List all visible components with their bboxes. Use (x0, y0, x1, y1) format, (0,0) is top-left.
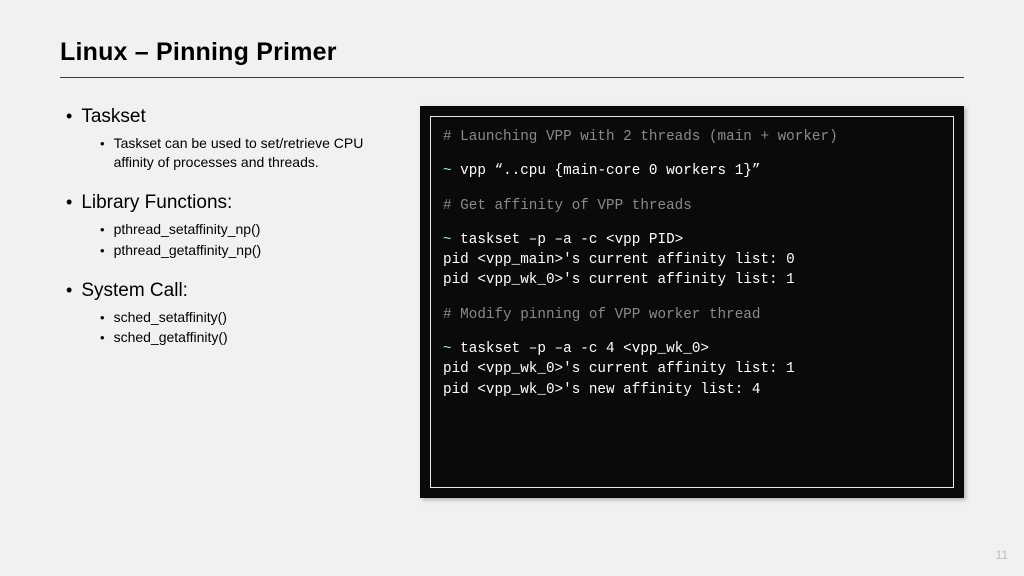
terminal-command: vpp “..cpu {main-core 0 workers 1}” (460, 163, 760, 179)
terminal-output: pid <vpp_wk_0>'s current affinity list: … (443, 272, 795, 288)
content-row: • Taskset • Taskset can be used to set/r… (60, 106, 964, 498)
sub-list: • pthread_setaffinity_np() • pthread_get… (66, 220, 390, 260)
section-heading-text: Taskset (81, 106, 145, 128)
blank-line (443, 182, 941, 196)
blank-line (443, 147, 941, 161)
bullet-icon: • (66, 281, 72, 299)
terminal-comment: # Modify pinning of VPP worker thread (443, 307, 760, 323)
list-item: • sched_setaffinity() (100, 308, 390, 327)
list-item-text: sched_setaffinity() (114, 308, 227, 327)
slide: Linux – Pinning Primer • Taskset • Tasks… (0, 0, 1024, 518)
terminal-prompt: ~ (443, 163, 460, 179)
sub-list: • sched_setaffinity() • sched_getaffinit… (66, 308, 390, 348)
list-item-text: pthread_setaffinity_np() (114, 220, 261, 239)
bullet-icon: • (100, 221, 105, 239)
terminal-output: pid <vpp_wk_0>'s current affinity list: … (443, 361, 795, 377)
terminal-comment: # Get affinity of VPP threads (443, 198, 692, 214)
section-taskset: • Taskset • Taskset can be used to set/r… (66, 106, 390, 172)
bullet-icon: • (100, 135, 105, 153)
terminal-output: pid <vpp_main>'s current affinity list: … (443, 252, 795, 268)
bullet-icon: • (100, 329, 105, 347)
section-heading-text: System Call: (81, 280, 188, 302)
list-item-text: sched_getaffinity() (114, 328, 228, 347)
list-item: • pthread_setaffinity_np() (100, 220, 390, 239)
list-item: • pthread_getaffinity_np() (100, 241, 390, 260)
list-item: • Taskset can be used to set/retrieve CP… (100, 134, 390, 172)
list-item: • sched_getaffinity() (100, 328, 390, 347)
blank-line (443, 325, 941, 339)
terminal-output: pid <vpp_wk_0>'s new affinity list: 4 (443, 382, 760, 398)
section-syscall: • System Call: • sched_setaffinity() • s… (66, 280, 390, 348)
section-heading: • Library Functions: (66, 192, 390, 214)
bullet-icon: • (100, 242, 105, 260)
bullet-icon: • (100, 309, 105, 327)
list-item-text: pthread_getaffinity_np() (114, 241, 262, 260)
page-number: 11 (996, 548, 1008, 562)
blank-line (443, 291, 941, 305)
slide-title: Linux – Pinning Primer (60, 38, 964, 67)
terminal-command: taskset –p –a -c 4 <vpp_wk_0> (460, 341, 709, 357)
terminal-panel: # Launching VPP with 2 threads (main + w… (420, 106, 964, 498)
left-column: • Taskset • Taskset can be used to set/r… (60, 106, 390, 498)
bullet-icon: • (66, 193, 72, 211)
terminal-prompt: ~ (443, 341, 460, 357)
title-rule (60, 77, 964, 78)
section-library: • Library Functions: • pthread_setaffini… (66, 192, 390, 260)
terminal-comment: # Launching VPP with 2 threads (main + w… (443, 129, 838, 145)
sub-list: • Taskset can be used to set/retrieve CP… (66, 134, 390, 172)
terminal-content: # Launching VPP with 2 threads (main + w… (430, 116, 954, 488)
section-heading-text: Library Functions: (81, 192, 232, 214)
section-heading: • Taskset (66, 106, 390, 128)
blank-line (443, 216, 941, 230)
terminal-prompt: ~ (443, 232, 460, 248)
section-heading: • System Call: (66, 280, 390, 302)
bullet-icon: • (66, 107, 72, 125)
list-item-text: Taskset can be used to set/retrieve CPU … (114, 134, 390, 172)
terminal-command: taskset –p –a -c <vpp PID> (460, 232, 683, 248)
